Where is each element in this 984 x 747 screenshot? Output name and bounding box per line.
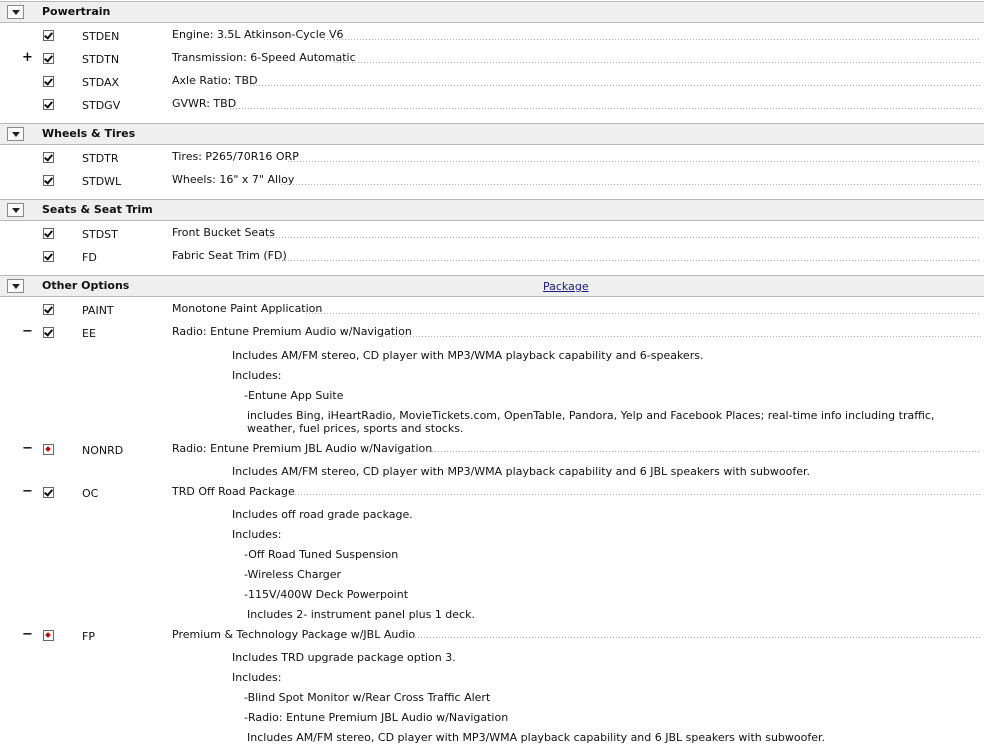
option-description: Engine: 3.5L Atkinson-Cycle V6 [172, 28, 344, 41]
option-checkbox-required[interactable] [43, 444, 54, 455]
option-checkbox[interactable] [43, 228, 54, 239]
leader-dots [267, 237, 981, 238]
section-header-wheels-tires: Wheels & Tires [0, 123, 984, 145]
option-note: -115V/400W Deck Powerpoint [244, 588, 409, 601]
option-code: STDEN [82, 30, 120, 43]
option-checkbox[interactable] [43, 487, 54, 498]
collapse-arrow-icon[interactable] [7, 279, 24, 293]
collapse-toggle[interactable]: − [22, 627, 33, 642]
collapse-toggle[interactable]: − [22, 441, 33, 456]
option-note: Includes: [232, 528, 282, 541]
option-note: -Blind Spot Monitor w/Rear Cross Traffic… [244, 691, 491, 704]
leader-dots [276, 260, 981, 261]
option-description: Axle Ratio: TBD [172, 74, 258, 87]
collapse-toggle[interactable]: − [22, 484, 33, 499]
option-description: Radio: Entune Premium Audio w/Navigation [172, 325, 412, 338]
section-title: Other Options [42, 279, 130, 292]
option-checkbox[interactable] [43, 251, 54, 262]
option-note: Includes AM/FM stereo, CD player with MP… [232, 349, 704, 362]
option-checkbox[interactable] [43, 76, 54, 87]
section-header-seats: Seats & Seat Trim [0, 199, 984, 221]
section-header-powertrain: Powertrain [0, 1, 984, 23]
option-description: Fabric Seat Trim (FD) [172, 249, 287, 262]
option-code: STDST [82, 228, 118, 241]
option-note: Includes 2- instrument panel plus 1 deck… [247, 608, 475, 621]
option-checkbox[interactable] [43, 152, 54, 163]
leader-dots [288, 161, 981, 162]
option-checkbox[interactable] [43, 304, 54, 315]
option-description: TRD Off Road Package [172, 485, 295, 498]
section-title: Powertrain [42, 5, 111, 18]
option-checkbox[interactable] [43, 99, 54, 110]
option-checkbox[interactable] [43, 175, 54, 186]
leader-dots [324, 39, 981, 40]
option-code: PAINT [82, 304, 114, 317]
option-checkbox[interactable] [43, 30, 54, 41]
option-code: EE [82, 327, 96, 340]
option-note: Includes: [232, 369, 282, 382]
leader-dots [286, 494, 981, 495]
leader-dots [281, 184, 981, 185]
option-note: includes Bing, iHeartRadio, MovieTickets… [247, 409, 935, 435]
collapse-arrow-icon[interactable] [7, 127, 24, 141]
option-checkbox-required[interactable] [43, 630, 54, 641]
package-column-link[interactable]: Package [543, 280, 589, 293]
option-description: Monotone Paint Application [172, 302, 323, 315]
option-code: OC [82, 487, 99, 500]
option-checkbox[interactable] [43, 327, 54, 338]
option-description: GVWR: TBD [172, 97, 237, 110]
collapse-arrow-icon[interactable] [7, 5, 24, 19]
leader-dots [250, 85, 981, 86]
section-title: Seats & Seat Trim [42, 203, 153, 216]
collapse-toggle[interactable]: − [22, 324, 33, 339]
option-description: Wheels: 16" x 7" Alloy [172, 173, 295, 186]
option-note: -Off Road Tuned Suspension [244, 548, 399, 561]
option-note: -Wireless Charger [244, 568, 342, 581]
option-checkbox[interactable] [43, 53, 54, 64]
option-code: FD [82, 251, 97, 264]
option-note: -Entune App Suite [244, 389, 344, 402]
leader-dots [388, 637, 981, 638]
section-header-other-options: Other Options Package [0, 275, 984, 297]
option-code: STDTR [82, 152, 119, 165]
option-code: STDAX [82, 76, 120, 89]
option-description: Radio: Entune Premium JBL Audio w/Naviga… [172, 442, 433, 455]
leader-dots [383, 336, 981, 337]
option-note: Includes off road grade package. [232, 508, 413, 521]
option-code: NONRD [82, 444, 124, 457]
leader-dots [402, 451, 981, 452]
leader-dots [230, 108, 981, 109]
option-description: Front Bucket Seats [172, 226, 275, 239]
option-note: Includes AM/FM stereo, CD player with MP… [232, 465, 811, 478]
option-description: Premium & Technology Package w/JBL Audio [172, 628, 416, 641]
option-note: Includes TRD upgrade package option 3. [232, 651, 456, 664]
option-description: Transmission: 6-Speed Automatic [172, 51, 356, 64]
section-title: Wheels & Tires [42, 127, 136, 140]
leader-dots [306, 313, 981, 314]
option-code: STDGV [82, 99, 121, 112]
option-note: Includes AM/FM stereo, CD player with MP… [247, 731, 826, 744]
option-code: STDTN [82, 53, 120, 66]
expand-toggle[interactable]: + [22, 50, 33, 65]
leader-dots [334, 62, 981, 63]
option-note: -Radio: Entune Premium JBL Audio w/Navig… [244, 711, 509, 724]
option-code: FP [82, 630, 95, 643]
option-note: Includes: [232, 671, 282, 684]
option-description: Tires: P265/70R16 ORP [172, 150, 299, 163]
option-code: STDWL [82, 175, 122, 188]
collapse-arrow-icon[interactable] [7, 203, 24, 217]
